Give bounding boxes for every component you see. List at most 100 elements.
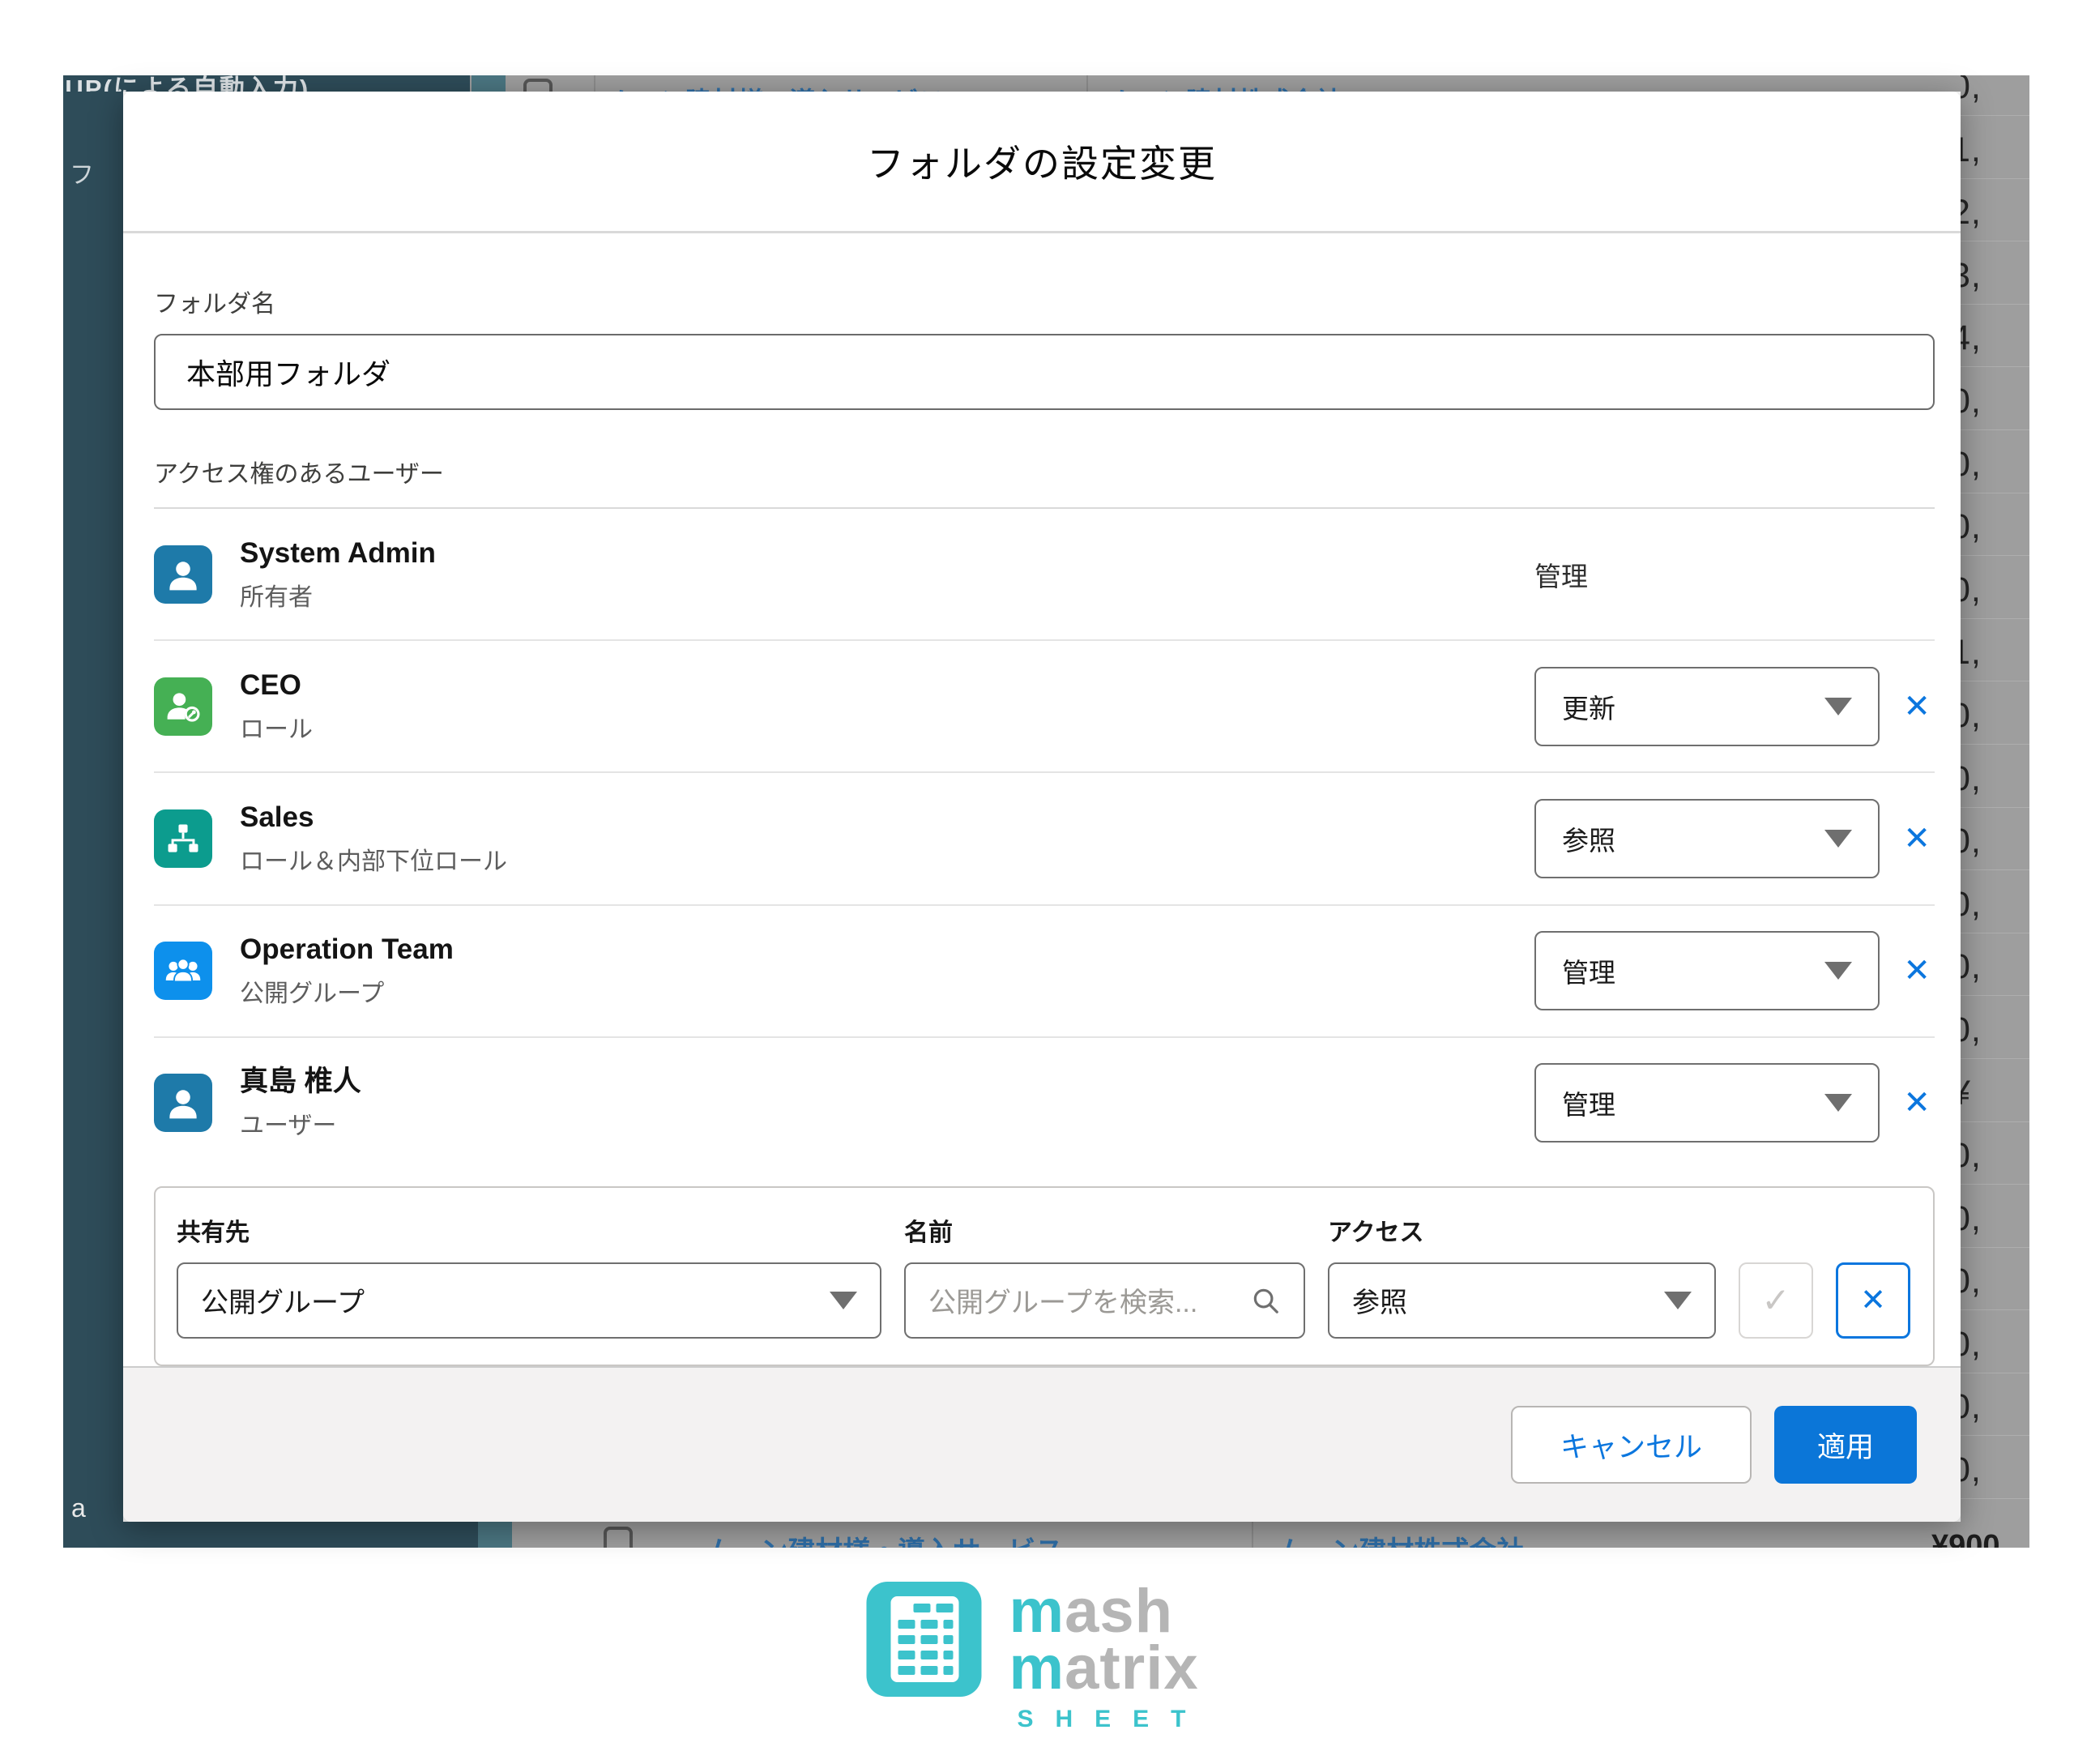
bg-number-cell: 1, [1961, 116, 2029, 179]
bg-number-cell: 0, [1961, 870, 2029, 933]
cancel-share-button[interactable]: ✕ [1836, 1262, 1910, 1339]
search-placeholder: 公開グループを検索... [928, 1280, 1239, 1320]
search-icon [1250, 1285, 1281, 1316]
user-name: CEO [240, 668, 313, 703]
chevron-down-icon [1824, 830, 1852, 848]
remove-user-button[interactable]: ✕ [1899, 1084, 1935, 1121]
add-share-panel: 共有先 名前 アクセス 公開グループ 公開グループを検索... [154, 1186, 1935, 1366]
bg-number-cell: 0, [1961, 933, 2029, 997]
chevron-down-icon [1824, 1094, 1852, 1112]
bg-number-cell: 3, [1961, 241, 2029, 305]
access-user-row: Sales ロール＆内部下位ロール 参照 ✕ [154, 773, 1935, 905]
bg-sheet-header: KUP(による自動入力) [63, 75, 470, 92]
bg-number-cell: 0, [1961, 1310, 2029, 1373]
bg-row-checkbox [523, 79, 553, 92]
chevron-down-icon [830, 1292, 857, 1309]
share-access-select[interactable]: 参照 [1328, 1262, 1716, 1339]
cancel-button[interactable]: キャンセル [1511, 1406, 1752, 1484]
logo-word-mash: mash [1009, 1583, 1207, 1640]
folder-name-input[interactable] [154, 334, 1935, 410]
access-level-text: 管理 [1534, 555, 1588, 594]
bg-right-column: 0,1,2,3,4,0,0,0,0,1,0,0,0,0,0,0,¥0,0,0,0… [1961, 75, 2029, 1548]
bg-teal-cell [478, 1522, 512, 1548]
spreadsheet-icon [866, 1582, 981, 1697]
modal-footer: キャンセル 適用 [123, 1366, 1961, 1522]
mashmatrix-logo: mash matrix SHEET [866, 1582, 1207, 1730]
user-name: 真島 椎人 [240, 1065, 361, 1099]
bg-number-cell: 0, [1961, 1436, 2029, 1499]
access-user-row: System Admin 所有者 管理 [154, 509, 1935, 641]
access-user-row: 真島 椎人 ユーザー 管理 ✕ [154, 1038, 1935, 1168]
user-name: System Admin [240, 536, 436, 570]
bg-number-cell: 1, [1961, 619, 2029, 682]
bg-cell-link: ムーン建材株式会社 [1278, 1529, 1524, 1548]
bg-number-cell: ¥ [1961, 1059, 2029, 1122]
bg-left-sidebar: フ a [63, 92, 123, 1548]
bg-number-cell: 0, [1961, 493, 2029, 557]
remove-user-button[interactable]: ✕ [1899, 688, 1935, 725]
bg-grid-line [594, 75, 595, 92]
bg-number-cell: 0, [1961, 996, 2029, 1059]
user-type: ロール＆内部下位ロール [240, 841, 507, 877]
user-type: 所有者 [240, 577, 436, 613]
chevron-down-icon [1664, 1292, 1692, 1309]
role-subordinates-icon [154, 809, 212, 868]
bg-number-cell: 0, [1961, 808, 2029, 871]
bg-number-cell: 0, [1961, 681, 2029, 745]
access-level-select[interactable]: 管理 [1534, 931, 1880, 1010]
share-name-label: 名前 [904, 1212, 1305, 1248]
remove-user-button[interactable]: ✕ [1899, 952, 1935, 989]
modal-header: フォルダの設定変更 [123, 92, 1961, 233]
bg-number-cell: 2, [1961, 179, 2029, 242]
bg-number-cell: 0, [1961, 1248, 2029, 1311]
share-name-search-input[interactable]: 公開グループを検索... [904, 1262, 1305, 1339]
page: KUP(による自動入力) ムーン建材様・導入サービス ムーン建材株式会社 フ a… [0, 0, 2074, 1764]
modal-body: フォルダ名 アクセス権のあるユーザー System Admin 所有者 管理 [123, 233, 1961, 1366]
bg-cell-link: ムーン建材様・導入サービス [609, 81, 945, 92]
share-with-value: 公開グループ [201, 1280, 365, 1320]
user-type: ユーザー [240, 1105, 361, 1141]
bg-grid-line [1086, 75, 1088, 92]
bg-bottom-row: ムーン建材様・導入サービス ムーン建材株式会社 ¥900 [63, 1522, 2029, 1548]
chevron-down-icon [1824, 698, 1852, 715]
role-icon [154, 677, 212, 736]
access-users-label: アクセス権のあるユーザー [154, 454, 1935, 509]
bg-sheet-header-text: KUP(による自動入力) [63, 75, 309, 92]
bg-top-row: ムーン建材様・導入サービス ムーン建材株式会社 [470, 75, 2029, 92]
access-level-select[interactable]: 参照 [1534, 799, 1880, 878]
folder-settings-modal: フォルダの設定変更 フォルダ名 アクセス権のあるユーザー System Admi… [123, 92, 1961, 1522]
bg-sidebar-fragment: フ [70, 155, 94, 190]
bg-number-cell: 0, [1961, 1185, 2029, 1248]
bg-sidebar-footer [63, 1522, 478, 1548]
access-user-row: CEO ロール 更新 ✕ [154, 641, 1935, 773]
share-access-label: アクセス [1328, 1212, 1716, 1248]
bg-cell-link: ムーン建材株式会社 [1110, 81, 1342, 92]
chevron-down-icon [1824, 962, 1852, 980]
user-type: 公開グループ [240, 973, 454, 1009]
bg-number-cell: 0, [1961, 745, 2029, 808]
bg-number-cell: 0, [1961, 1122, 2029, 1185]
user-icon [154, 545, 212, 604]
access-level-value: 更新 [1562, 687, 1615, 726]
confirm-share-button[interactable]: ✓ [1739, 1262, 1813, 1339]
bg-number-cell: 4, [1961, 305, 2029, 368]
bg-number-cell: 0, [1961, 556, 2029, 619]
apply-button[interactable]: 適用 [1774, 1406, 1917, 1484]
public-group-icon [154, 942, 212, 1000]
bg-teal-cell [472, 75, 506, 92]
share-access-value: 参照 [1352, 1280, 1407, 1320]
user-icon [154, 1074, 212, 1132]
bg-row-checkbox [604, 1527, 633, 1548]
user-name: Operation Team [240, 933, 454, 967]
logo-word-matrix: matrix [1009, 1640, 1207, 1697]
share-with-select[interactable]: 公開グループ [177, 1262, 881, 1339]
access-level-select[interactable]: 管理 [1534, 1063, 1880, 1143]
user-name: Sales [240, 801, 507, 835]
logo-sheet-text: SHEET [1009, 1708, 1207, 1731]
folder-name-label: フォルダ名 [154, 284, 1935, 319]
bg-grid-line [1252, 1522, 1253, 1548]
access-level-select[interactable]: 更新 [1534, 667, 1880, 746]
access-user-row: Operation Team 公開グループ 管理 ✕ [154, 906, 1935, 1038]
access-level-value: 管理 [1562, 1083, 1615, 1122]
remove-user-button[interactable]: ✕ [1899, 820, 1935, 857]
